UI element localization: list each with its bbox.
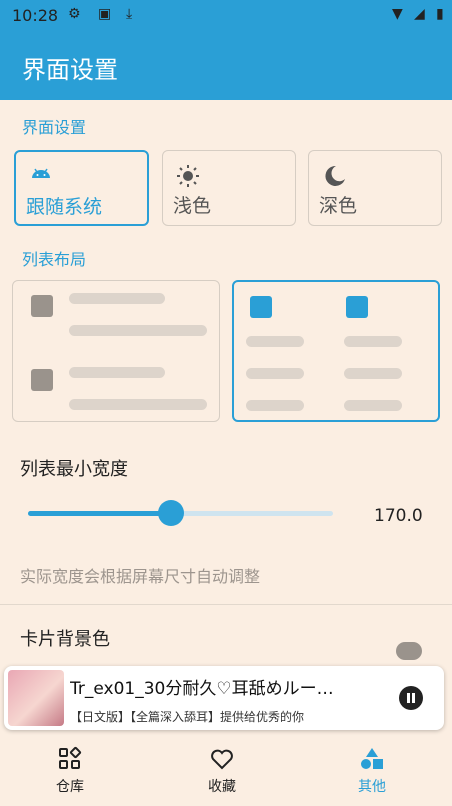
- placeholder-line: [69, 399, 207, 410]
- library-icon: [59, 746, 82, 769]
- mini-player[interactable]: Tr_ex01_30分耐久♡耳舐めルー… 【日文版】【全篇深入舔耳】提供给优秀的…: [4, 666, 444, 730]
- nav-item-other[interactable]: 其他: [312, 736, 432, 806]
- battery-icon: ▮: [436, 6, 444, 22]
- placeholder-line: [69, 325, 207, 336]
- image-icon: [31, 295, 53, 317]
- placeholder-line: [246, 368, 304, 379]
- theme-option-label: 深色: [319, 195, 358, 217]
- divider: [0, 604, 452, 605]
- player-title: Tr_ex01_30分耐久♡耳舐めルー…: [70, 679, 334, 699]
- placeholder-line: [246, 336, 304, 347]
- layout-option-grid[interactable]: [232, 280, 440, 422]
- sun-icon: [177, 165, 199, 187]
- nav-item-favorites[interactable]: 收藏: [162, 736, 282, 806]
- signal-icon: ◢: [414, 6, 425, 22]
- layout-section-title: 列表布局: [22, 250, 87, 269]
- placeholder-line: [246, 400, 304, 411]
- android-icon: [32, 168, 50, 178]
- theme-option-system[interactable]: 跟随系统: [14, 150, 149, 226]
- placeholder-line: [344, 368, 402, 379]
- min-width-slider-thumb[interactable]: [158, 500, 185, 526]
- heart-icon: [211, 749, 233, 770]
- notification-icon: ▣: [98, 6, 112, 22]
- theme-section-title: 界面设置: [22, 118, 87, 137]
- min-width-value: 170.0: [374, 506, 423, 526]
- theme-option-light[interactable]: 浅色: [162, 150, 296, 226]
- download-icon: ⤓: [126, 6, 133, 22]
- min-width-label: 列表最小宽度: [20, 459, 128, 480]
- card-background-label: 卡片背景色: [20, 629, 110, 650]
- nav-label: 其他: [358, 779, 386, 795]
- nav-label: 收藏: [208, 779, 236, 795]
- theme-option-label: 跟随系统: [26, 196, 103, 218]
- placeholder-line: [69, 367, 165, 378]
- pause-button[interactable]: [399, 686, 423, 710]
- image-icon: [31, 369, 53, 391]
- status-bar: 10:28 ⚙ ▣ ⤓ ▼ ◢ ▮: [0, 0, 452, 32]
- album-cover: [8, 670, 64, 726]
- page-title: 界面设置: [22, 56, 118, 84]
- image-icon: [346, 296, 368, 318]
- layout-option-list[interactable]: [12, 280, 220, 422]
- nav-label: 仓库: [56, 779, 84, 795]
- status-time: 10:28: [12, 6, 59, 25]
- theme-option-dark[interactable]: 深色: [308, 150, 442, 226]
- shapes-icon: [361, 748, 383, 769]
- app-bar: 界面设置: [0, 32, 452, 100]
- placeholder-line: [344, 336, 402, 347]
- min-width-slider-fill: [28, 511, 172, 516]
- nav-item-library[interactable]: 仓库: [10, 736, 130, 806]
- min-width-hint: 实际宽度会根据屏幕尺寸自动调整: [20, 567, 261, 586]
- card-background-toggle[interactable]: [396, 642, 422, 660]
- placeholder-line: [344, 400, 402, 411]
- settings-icon: ⚙: [68, 6, 81, 22]
- moon-icon: [325, 165, 345, 186]
- theme-option-label: 浅色: [173, 195, 212, 217]
- placeholder-line: [69, 293, 165, 304]
- bottom-navigation: 仓库 收藏 其他: [0, 736, 452, 806]
- wifi-icon: ▼: [392, 6, 403, 22]
- player-subtitle: 【日文版】【全篇深入舔耳】提供给优秀的你: [70, 710, 305, 724]
- image-icon: [250, 296, 272, 318]
